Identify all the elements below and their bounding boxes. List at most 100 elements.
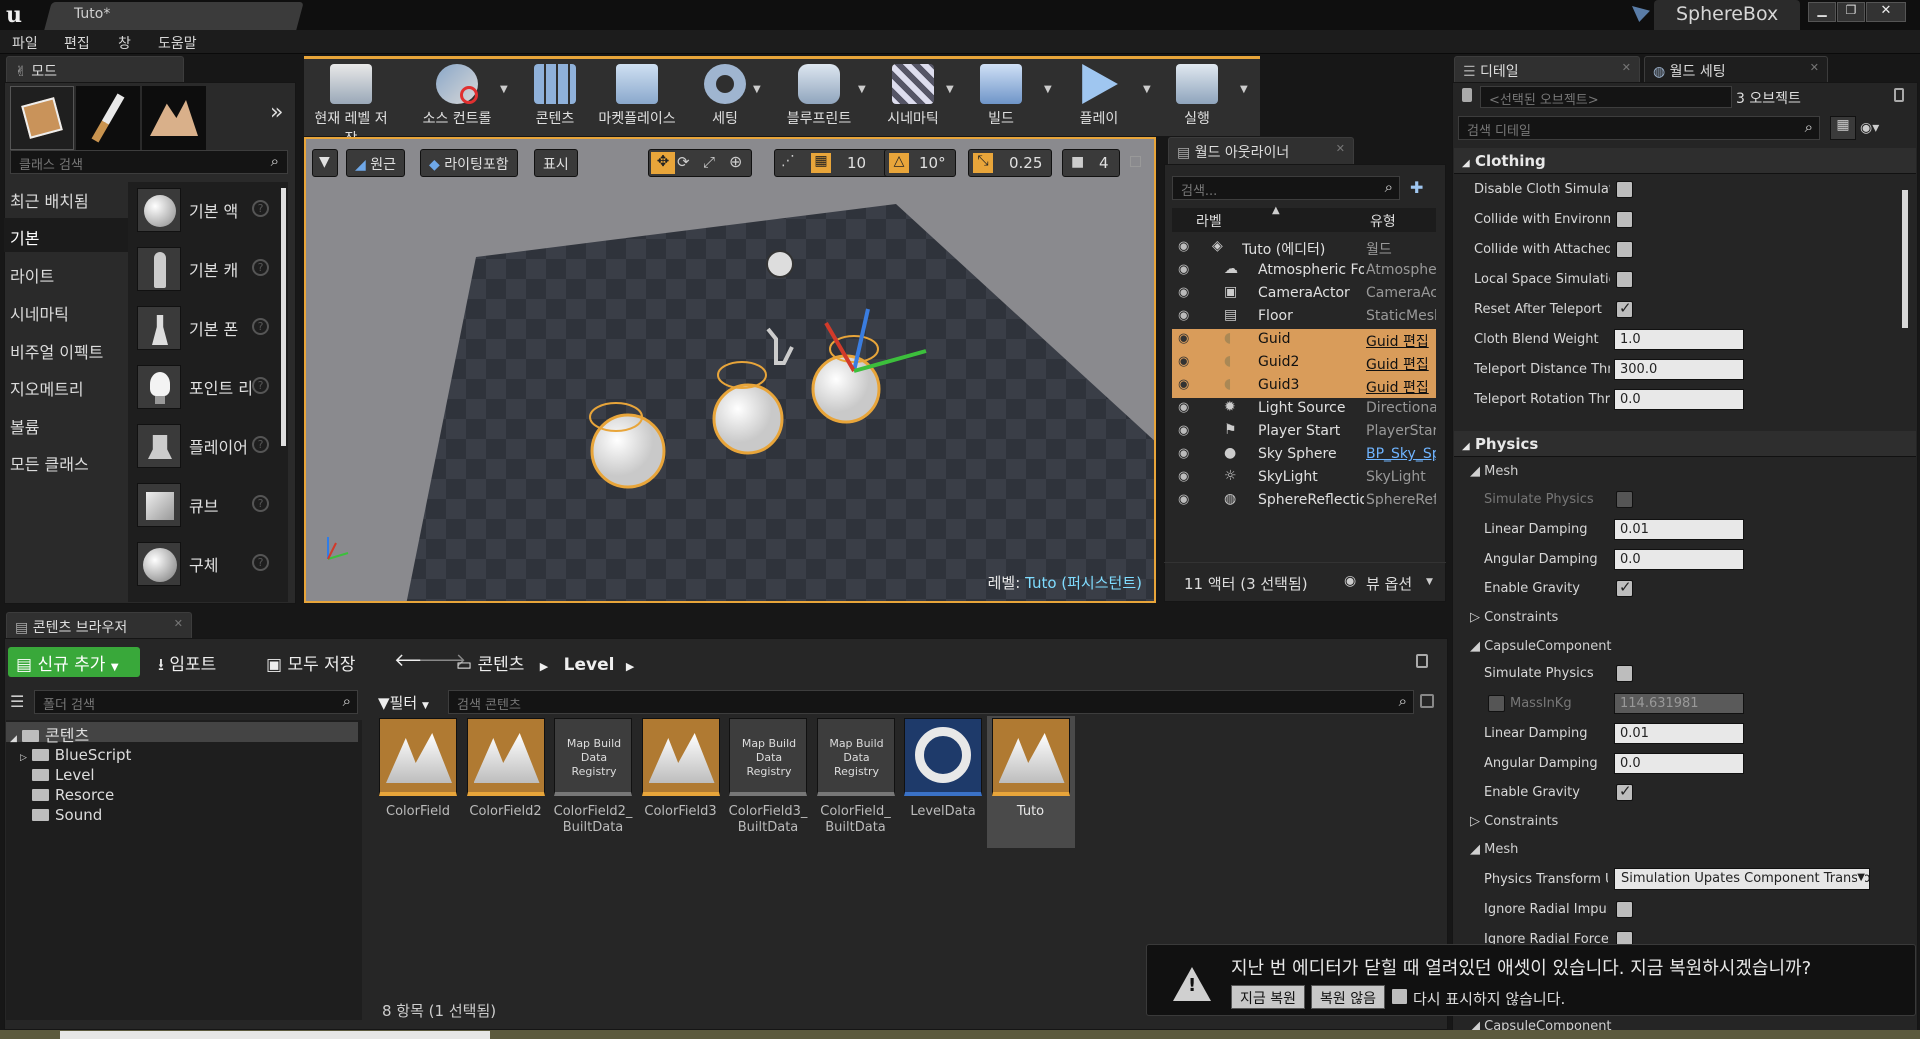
tree-item-bluescript[interactable]: ▷ BlueScript bbox=[20, 746, 131, 764]
save-search-icon[interactable] bbox=[1420, 694, 1434, 708]
property-matrix-button[interactable]: ▦ bbox=[1830, 116, 1856, 140]
outliner-row[interactable]: ◉ ▤ Floor StaticMeshActor bbox=[1172, 306, 1436, 329]
mode-paint-button[interactable] bbox=[76, 86, 140, 150]
asset-tile[interactable]: ColorField bbox=[376, 718, 460, 820]
category-lights[interactable]: 라이트 bbox=[10, 263, 54, 287]
physics-category[interactable]: ◢ Physics bbox=[1454, 431, 1916, 457]
clothing-prop-checkbox[interactable] bbox=[1616, 241, 1633, 258]
source-control-button[interactable]: 소스 컨트롤 bbox=[414, 62, 500, 132]
sphere-guid[interactable] bbox=[590, 413, 666, 489]
clothing-value-input[interactable]: 300.0 bbox=[1614, 359, 1744, 380]
visibility-eye-icon[interactable]: ◉ bbox=[1178, 354, 1189, 369]
chevron-down-icon[interactable]: ▼ bbox=[946, 84, 954, 95]
visibility-eye-icon[interactable]: ◉ bbox=[1178, 308, 1189, 323]
chevron-down-icon[interactable]: ▼ bbox=[1044, 84, 1052, 95]
blueprints-button[interactable]: 블루프린트 bbox=[776, 62, 862, 132]
lock-icon[interactable] bbox=[1462, 88, 1472, 102]
close-tab-icon[interactable]: ✕ bbox=[1336, 142, 1345, 155]
visibility-eye-icon[interactable]: ◉ bbox=[1178, 262, 1189, 277]
outliner-row[interactable]: ◉ ☼ SkyLight SkyLight bbox=[1172, 467, 1436, 490]
feedback-icon[interactable] bbox=[1632, 6, 1650, 22]
sphere-guid2[interactable] bbox=[712, 383, 784, 455]
settings-button[interactable]: 세팅 bbox=[682, 62, 768, 132]
dont-show-again-checkbox[interactable] bbox=[1391, 988, 1408, 1005]
outliner-row[interactable]: ◉ ◈ Tuto (에디터) 월드 bbox=[1172, 237, 1436, 260]
mesh-linear-damping-input[interactable]: 0.01 bbox=[1614, 519, 1744, 540]
close-tab-icon[interactable]: ✕ bbox=[1622, 61, 1631, 74]
mesh-angular-damping-input[interactable]: 0.0 bbox=[1614, 549, 1744, 570]
tree-item-level[interactable]: Level bbox=[32, 766, 95, 784]
ignore-radial-impulse-checkbox[interactable] bbox=[1616, 901, 1633, 918]
chevron-down-icon[interactable]: ▼ bbox=[753, 84, 761, 95]
category-cinematic[interactable]: 시네마틱 bbox=[10, 301, 69, 325]
placeable-scrollbar[interactable] bbox=[281, 188, 286, 446]
minimize-button[interactable]: ▁ bbox=[1808, 2, 1836, 22]
visibility-eye-icon[interactable]: ◉ bbox=[1178, 285, 1189, 300]
mesh-subcategory[interactable]: ◢ Mesh bbox=[1470, 464, 1518, 479]
surface-snap-icon[interactable]: ⋰ bbox=[781, 153, 795, 169]
visibility-eye-icon[interactable]: ◉ bbox=[1178, 400, 1189, 415]
place-item-basic-pawn[interactable]: 기본 폰 ? bbox=[137, 302, 277, 360]
tree-item-content[interactable]: ◢ 콘텐츠 bbox=[10, 722, 89, 746]
outliner-search-input[interactable]: 검색... ⌕ bbox=[1172, 176, 1400, 200]
mesh-constraints-subcategory[interactable]: ▷ Constraints bbox=[1470, 610, 1558, 625]
grid-snap-value[interactable]: 10 bbox=[847, 154, 866, 172]
asset-tile[interactable]: ColorField3 bbox=[639, 718, 723, 820]
chevron-down-icon[interactable]: ▼ bbox=[1426, 577, 1433, 587]
clothing-value-input[interactable]: 0.0 bbox=[1614, 389, 1744, 410]
outliner-row[interactable]: ◉ ✹ Light Source DirectionalLight bbox=[1172, 398, 1436, 421]
rotation-snap-icon[interactable]: △ bbox=[889, 153, 909, 173]
chevron-down-icon[interactable]: ▼ bbox=[858, 84, 866, 95]
visibility-eye-icon[interactable]: ◉ bbox=[1178, 492, 1189, 507]
sky-sphere-gizmo[interactable] bbox=[766, 250, 794, 278]
close-button[interactable]: ✕ bbox=[1866, 2, 1906, 22]
breadcrumb-level[interactable]: Level bbox=[564, 655, 615, 675]
label-column-header[interactable]: 라벨 bbox=[1196, 211, 1222, 231]
category-geometry[interactable]: 지오메트리 bbox=[10, 376, 84, 400]
chevron-down-icon[interactable]: ▼ bbox=[1143, 84, 1151, 95]
maximize-viewport-icon[interactable] bbox=[1130, 156, 1141, 167]
scale-icon[interactable]: ⤢ bbox=[703, 153, 715, 171]
details-search-input[interactable]: 검색 디테일 ⌕ bbox=[1458, 116, 1820, 140]
capsule-angular-damping-input[interactable]: 0.0 bbox=[1614, 753, 1744, 774]
create-folder-icon[interactable]: ✚ bbox=[1410, 178, 1430, 197]
viewport-options-button[interactable]: ▼ bbox=[312, 149, 338, 177]
build-button[interactable]: 빌드 bbox=[958, 62, 1044, 132]
clothing-prop-checkbox[interactable] bbox=[1616, 211, 1633, 228]
outliner-row[interactable]: ◉ ◍ SphereReflectionCaptureSphereReflectio… bbox=[1172, 490, 1436, 513]
physics-transform-dropdown[interactable]: Simulation Upates Component Transform ▼ bbox=[1614, 868, 1870, 890]
scale-snap-value[interactable]: 0.25 bbox=[1009, 154, 1042, 172]
help-icon[interactable]: ? bbox=[252, 554, 269, 571]
help-icon[interactable]: ? bbox=[252, 377, 269, 394]
chevron-down-icon[interactable]: ▼ bbox=[1240, 84, 1248, 95]
asset-tile[interactable]: Tuto bbox=[989, 718, 1073, 820]
world-settings-tab[interactable]: ◍ 월드 세팅 ✕ bbox=[1644, 56, 1828, 82]
menu-help[interactable]: 도움말 bbox=[158, 33, 197, 53]
content-button[interactable]: 콘텐츠 bbox=[512, 62, 598, 132]
capsule-simulate-physics-checkbox[interactable] bbox=[1616, 665, 1633, 682]
save-all-button[interactable]: ▣ 모두 저장 bbox=[266, 650, 355, 675]
visibility-eye-icon[interactable]: ◉ bbox=[1178, 331, 1189, 346]
place-item-basic-character[interactable]: 기본 캐 ? bbox=[137, 243, 277, 301]
restore-now-button[interactable]: 지금 복원 bbox=[1231, 985, 1305, 1009]
breadcrumb-content[interactable]: 콘텐츠 bbox=[477, 655, 524, 675]
class-search-input[interactable]: 클래스 검색 ⌕ bbox=[10, 150, 288, 174]
content-search-input[interactable]: 검색 콘텐츠 ⌕ bbox=[448, 690, 1414, 714]
outliner-row-type[interactable]: Guid 편집 bbox=[1366, 354, 1436, 374]
place-item-cube[interactable]: 큐브 ? bbox=[137, 479, 277, 537]
type-column-header[interactable]: 유형 bbox=[1370, 211, 1396, 231]
lock-settings-icon[interactable] bbox=[1894, 88, 1904, 102]
save-level-button[interactable]: 현재 레벨 저장 bbox=[308, 62, 394, 147]
rotation-snap-value[interactable]: 10° bbox=[919, 154, 946, 172]
outliner-row[interactable]: ◉ ◖ Guid3 Guid 편집 bbox=[1172, 375, 1436, 398]
outliner-row[interactable]: ◉ ⚑ Player Start PlayerStart bbox=[1172, 421, 1436, 444]
asset-tile[interactable]: LevelData bbox=[901, 718, 985, 820]
rotate-icon[interactable]: ⟳ bbox=[677, 153, 690, 171]
visibility-options-button[interactable]: ◉▾ bbox=[1860, 120, 1879, 136]
visibility-eye-icon[interactable]: ◉ bbox=[1178, 423, 1189, 438]
mesh-enable-gravity-checkbox[interactable] bbox=[1616, 578, 1633, 597]
capsule-enable-gravity-checkbox[interactable] bbox=[1616, 782, 1633, 801]
category-all-classes[interactable]: 모든 클래스 bbox=[10, 451, 89, 475]
chevron-right-icon[interactable]: ▶ bbox=[540, 660, 548, 673]
visibility-eye-icon[interactable]: ◉ bbox=[1178, 446, 1189, 461]
